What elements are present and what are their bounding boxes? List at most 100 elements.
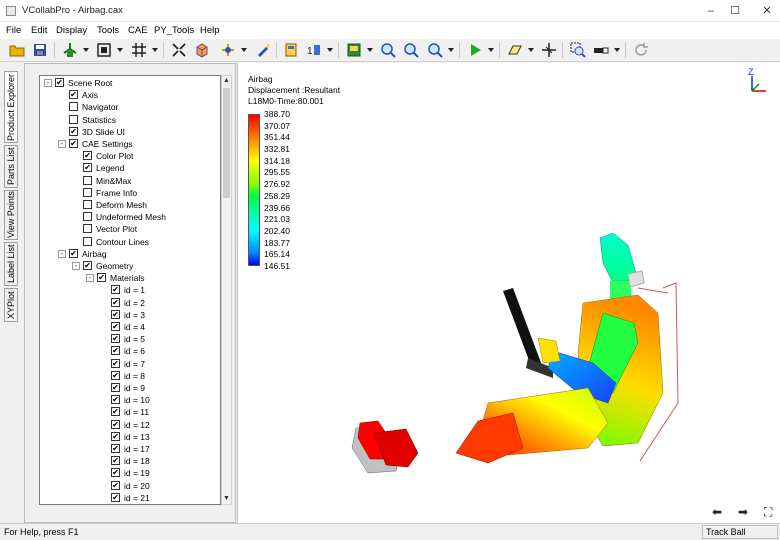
tree-checkbox[interactable]: ✔ xyxy=(111,285,120,295)
tree-item[interactable]: ✔ id = 21 xyxy=(40,492,220,504)
grid-icon[interactable] xyxy=(131,42,147,58)
tree-checkbox[interactable]: ✔ xyxy=(69,139,78,148)
tree-item[interactable]: Statistics xyxy=(40,114,220,126)
shape-icon[interactable] xyxy=(507,42,523,58)
tree-item[interactable]: Vector Plot xyxy=(40,223,220,235)
tree-expander[interactable]: - xyxy=(44,79,52,87)
tree-item[interactable]: ✔ id = 17 xyxy=(40,443,220,455)
tab-parts-list[interactable]: Parts List xyxy=(4,145,18,188)
tree-expander[interactable]: - xyxy=(58,249,66,258)
next-arrow-icon[interactable]: ➡ xyxy=(738,505,748,519)
tab-xyplot[interactable]: XYPlot xyxy=(4,288,18,322)
tree-checkbox[interactable] xyxy=(69,102,78,112)
menu-file[interactable]: File xyxy=(6,25,21,36)
tree-checkbox[interactable]: ✔ xyxy=(111,480,120,490)
tree-item[interactable]: Frame Info xyxy=(40,187,220,199)
fullscreen-icon[interactable]: ⛶ xyxy=(764,505,772,520)
tab-label-list[interactable]: Label List xyxy=(4,242,18,286)
tree-item[interactable]: Contour Lines xyxy=(40,236,220,248)
axis-move-icon[interactable] xyxy=(220,42,236,58)
tree-checkbox[interactable]: ✔ xyxy=(111,407,120,417)
bar-dropdown[interactable] xyxy=(614,48,620,52)
scroll-thumb[interactable] xyxy=(223,88,230,198)
number-icon[interactable]: 1 xyxy=(306,42,322,58)
3d-viewport[interactable]: Airbag Displacement :Resultant L18M0-Tim… xyxy=(237,63,780,523)
tree-checkbox[interactable]: ✔ xyxy=(111,468,120,478)
menu-tools[interactable]: Tools xyxy=(97,25,119,36)
tree-item[interactable]: ✔ id = 4 xyxy=(40,321,220,333)
tree-checkbox[interactable]: ✔ xyxy=(55,78,64,87)
tree-item[interactable]: ✔ id = 11 xyxy=(40,406,220,418)
tree-scrollbar[interactable]: ▲ ▼ xyxy=(221,75,232,505)
tree-item[interactable]: ✔ id = 19 xyxy=(40,467,220,479)
tree-item[interactable]: ✔ id = 6 xyxy=(40,345,220,357)
tree-item[interactable]: ✔ id = 2 xyxy=(40,297,220,309)
menu-help[interactable]: Help xyxy=(200,25,220,36)
image-dropdown[interactable] xyxy=(367,48,373,52)
tab-product-explorer[interactable]: Product Explorer xyxy=(4,71,18,143)
axis-move-dropdown[interactable] xyxy=(241,48,247,52)
tree-checkbox[interactable]: ✔ xyxy=(83,163,92,173)
scroll-down-arrow[interactable]: ▼ xyxy=(222,494,231,504)
tree-checkbox[interactable]: ✔ xyxy=(111,431,120,441)
tree-expander[interactable]: - xyxy=(72,262,80,270)
section-icon[interactable] xyxy=(541,42,557,58)
tree-item[interactable]: - ✔ Materials xyxy=(40,272,220,284)
previous-arrow-icon[interactable]: ⬅ xyxy=(712,505,722,519)
tree-item[interactable]: ✔ Legend xyxy=(40,162,220,174)
bar-icon[interactable] xyxy=(593,42,609,58)
tab-view-points[interactable]: View Points xyxy=(4,190,18,240)
view-orient-icon[interactable] xyxy=(62,42,78,58)
image-icon[interactable] xyxy=(346,42,362,58)
scroll-up-arrow[interactable]: ▲ xyxy=(222,76,231,86)
save-icon[interactable] xyxy=(32,42,48,58)
tree-item[interactable]: ✔ id = 1 xyxy=(40,284,220,296)
zoom-out-icon[interactable] xyxy=(403,42,419,58)
tree-item[interactable]: ✔ id = 12 xyxy=(40,419,220,431)
view-orient-dropdown[interactable] xyxy=(83,48,89,52)
tree-item[interactable]: - ✔ Airbag xyxy=(40,248,220,260)
tree-checkbox[interactable] xyxy=(83,175,92,185)
tree-checkbox[interactable]: ✔ xyxy=(111,309,120,319)
play-dropdown[interactable] xyxy=(488,48,494,52)
tree-item[interactable]: Deform Mesh xyxy=(40,199,220,211)
tree-item[interactable]: ✔ id = 20 xyxy=(40,480,220,492)
menu-py-tools[interactable]: PY_Tools xyxy=(154,25,194,36)
tree-checkbox[interactable]: ✔ xyxy=(111,444,120,453)
fit-icon[interactable] xyxy=(96,42,112,58)
tree-checkbox[interactable] xyxy=(83,236,92,246)
menu-cae[interactable]: CAE xyxy=(128,25,148,36)
tree-item[interactable]: ✔ id = 18 xyxy=(40,455,220,467)
tree-checkbox[interactable]: ✔ xyxy=(83,261,92,270)
paint-icon[interactable] xyxy=(255,42,271,58)
tree-item[interactable]: ✔ Color Plot xyxy=(40,150,220,162)
select-icon[interactable] xyxy=(171,42,187,58)
tree-checkbox[interactable]: ✔ xyxy=(111,456,120,466)
tree-checkbox[interactable]: ✔ xyxy=(111,322,120,331)
tree-checkbox[interactable]: ✔ xyxy=(111,297,120,307)
tree-item[interactable]: ✔ id = 13 xyxy=(40,431,220,443)
tree-checkbox[interactable] xyxy=(83,187,92,197)
tree-checkbox[interactable] xyxy=(83,224,92,234)
tree-item[interactable]: ✔ id = 5 xyxy=(40,333,220,345)
tree-item[interactable]: Navigator xyxy=(40,101,220,113)
tree-checkbox[interactable]: ✔ xyxy=(111,419,120,429)
tree-expander[interactable]: - xyxy=(86,274,94,283)
tree-checkbox[interactable]: ✔ xyxy=(111,395,120,405)
fit-dropdown[interactable] xyxy=(117,48,123,52)
tree-item[interactable]: Undeformed Mesh xyxy=(40,211,220,223)
tree-checkbox[interactable] xyxy=(69,114,78,124)
open-folder-icon[interactable] xyxy=(9,42,25,58)
tree-item[interactable]: ✔ Axis xyxy=(40,89,220,101)
number-dropdown[interactable] xyxy=(327,48,333,52)
zoom-in-icon[interactable] xyxy=(380,42,396,58)
refresh-icon[interactable] xyxy=(633,42,649,58)
shape-dropdown[interactable] xyxy=(528,48,534,52)
close-button[interactable]: ✕ xyxy=(744,0,780,22)
tree-checkbox[interactable]: ✔ xyxy=(111,492,120,502)
tree-item[interactable]: ✔ id = 3 xyxy=(40,309,220,321)
tree-item[interactable]: ✔ 3D Slide UI xyxy=(40,126,220,138)
tree-checkbox[interactable]: ✔ xyxy=(69,90,78,100)
tree-checkbox[interactable]: ✔ xyxy=(111,346,120,356)
tree-item[interactable]: Min&Max xyxy=(40,175,220,187)
